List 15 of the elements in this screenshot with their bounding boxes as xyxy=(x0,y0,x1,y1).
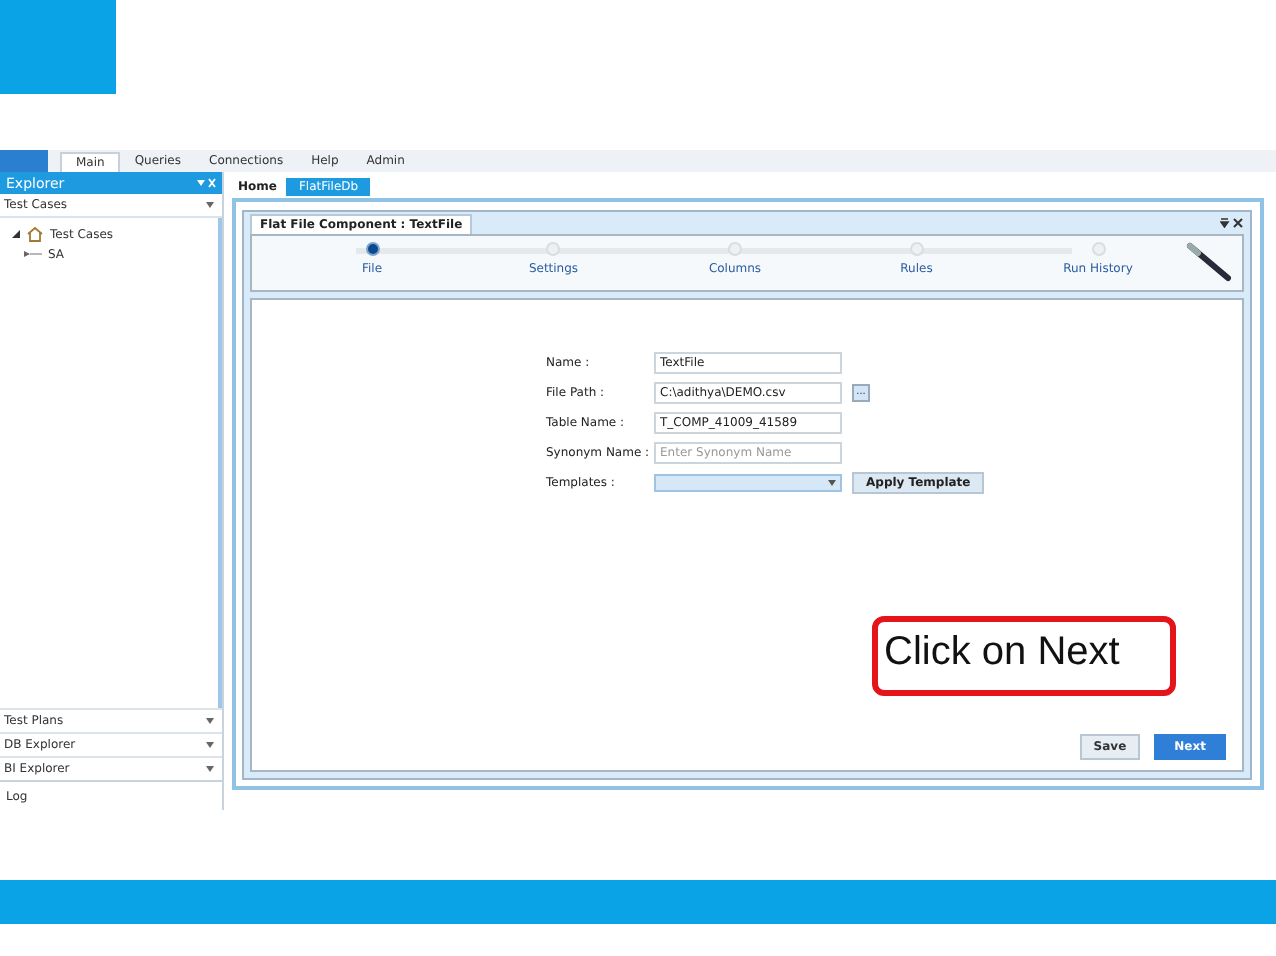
dropdown-field[interactable] xyxy=(654,474,842,492)
caret-icon xyxy=(828,480,836,486)
pin-icon[interactable] xyxy=(196,178,216,188)
window-controls-icon[interactable] xyxy=(1220,218,1244,228)
house-icon xyxy=(26,226,44,242)
callout-box: Click on Next xyxy=(872,616,1176,696)
caret-icon[interactable] xyxy=(206,718,214,724)
step-dot[interactable] xyxy=(365,242,379,256)
caret-icon[interactable] xyxy=(206,742,214,748)
wand-icon xyxy=(1186,240,1234,284)
collapse-icon[interactable] xyxy=(12,230,20,238)
caret-icon[interactable] xyxy=(206,202,214,208)
tree-connector-icon xyxy=(24,250,42,258)
caret-icon[interactable] xyxy=(206,766,214,772)
header-block xyxy=(0,0,116,94)
